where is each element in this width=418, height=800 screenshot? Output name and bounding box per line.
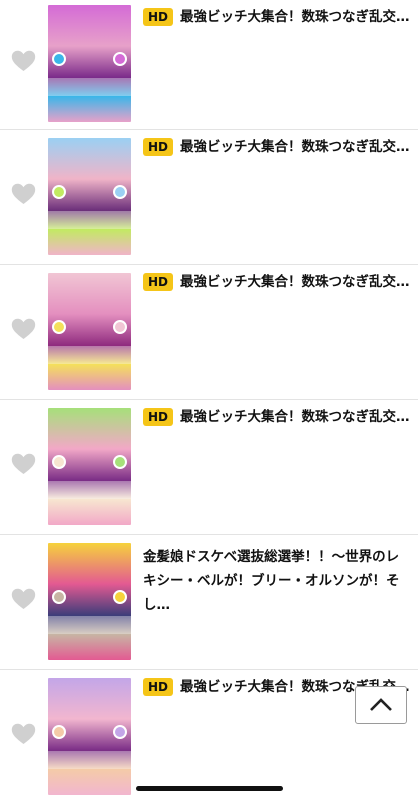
thumbnail-banner xyxy=(48,615,131,635)
heart-icon[interactable] xyxy=(11,318,36,340)
thumbnail-badge xyxy=(52,51,66,66)
heart-icon[interactable] xyxy=(11,453,36,475)
video-thumbnail[interactable] xyxy=(48,5,131,122)
thumbnail-badge xyxy=(113,724,127,739)
video-thumbnail[interactable] xyxy=(48,138,131,255)
heart-icon[interactable] xyxy=(11,50,36,72)
thumbnail-badge xyxy=(52,454,66,469)
thumbnail-banner xyxy=(48,210,131,230)
list-item[interactable]: HD 最強ビッチ大集合！数珠つなぎ乱交S… xyxy=(0,400,418,535)
item-meta: 金髪娘ドスケベ選抜総選挙！！〜世界のレキシー・ベルが！ブリー・オルソンが！そし… xyxy=(143,545,412,617)
heart-icon[interactable] xyxy=(11,588,36,610)
scroll-to-top-button[interactable] xyxy=(355,686,407,724)
thumbnail-badge xyxy=(113,319,127,334)
video-thumbnail[interactable] xyxy=(48,408,131,525)
video-thumbnail[interactable] xyxy=(48,678,131,795)
thumbnail-badge xyxy=(52,319,66,334)
thumbnail-banner xyxy=(48,750,131,770)
video-title[interactable]: 最強ビッチ大集合！数珠つなぎ乱交S… xyxy=(180,273,412,291)
thumbnail-badge xyxy=(52,589,66,604)
heart-icon[interactable] xyxy=(11,723,36,745)
thumbnail-badge xyxy=(113,454,127,469)
list-item[interactable]: HD 最強ビッチ大集合！数珠つなぎ乱交S… xyxy=(0,130,418,265)
thumbnail-badge xyxy=(52,184,66,199)
hd-badge: HD xyxy=(143,138,174,156)
list-item[interactable]: HD 最強ビッチ大集合！数珠つなぎ乱交S… xyxy=(0,265,418,400)
video-title[interactable]: 最強ビッチ大集合！数珠つなぎ乱交S… xyxy=(180,8,412,26)
item-meta: HD 最強ビッチ大集合！数珠つなぎ乱交S… xyxy=(143,273,412,291)
home-indicator xyxy=(136,786,283,791)
thumbnail-badge xyxy=(113,184,127,199)
thumbnail-banner xyxy=(48,480,131,500)
item-meta: HD 最強ビッチ大集合！数珠つなぎ乱交S… xyxy=(143,408,412,426)
hd-badge: HD xyxy=(143,678,174,696)
hd-badge: HD xyxy=(143,273,174,291)
item-meta: HD 最強ビッチ大集合！数珠つなぎ乱交S… xyxy=(143,138,412,156)
thumbnail-badge xyxy=(113,51,127,66)
hd-badge: HD xyxy=(143,408,174,426)
list-item[interactable]: 金髪娘ドスケベ選抜総選挙！！〜世界のレキシー・ベルが！ブリー・オルソンが！そし… xyxy=(0,535,418,670)
video-title[interactable]: 最強ビッチ大集合！数珠つなぎ乱交S… xyxy=(180,408,412,426)
video-title[interactable]: 最強ビッチ大集合！数珠つなぎ乱交S… xyxy=(180,138,412,156)
thumbnail-badge xyxy=(52,724,66,739)
thumbnail-banner xyxy=(48,345,131,365)
list-item[interactable]: HD 最強ビッチ大集合！数珠つなぎ乱交S… xyxy=(0,0,418,130)
thumbnail-banner xyxy=(48,77,131,97)
heart-icon[interactable] xyxy=(11,183,36,205)
hd-badge: HD xyxy=(143,8,174,26)
thumbnail-badge xyxy=(113,589,127,604)
chevron-up-icon xyxy=(370,698,392,711)
video-thumbnail[interactable] xyxy=(48,543,131,660)
video-title[interactable]: 金髪娘ドスケベ選抜総選挙！！〜世界のレキシー・ベルが！ブリー・オルソンが！そし… xyxy=(143,545,412,617)
item-meta: HD 最強ビッチ大集合！数珠つなぎ乱交S… xyxy=(143,8,412,26)
video-thumbnail[interactable] xyxy=(48,273,131,390)
